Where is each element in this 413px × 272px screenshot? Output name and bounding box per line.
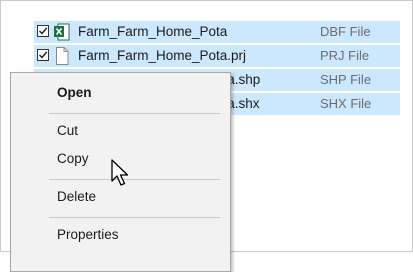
menu-item-properties[interactable]: Properties xyxy=(57,227,119,242)
file-row-dbf[interactable]: Farm_Farm_Home_Pota DBF File xyxy=(34,21,400,43)
generic-file-icon xyxy=(54,47,70,65)
menu-separator xyxy=(49,113,220,114)
menu-item-delete[interactable]: Delete xyxy=(57,189,96,204)
mouse-pointer-icon xyxy=(111,159,135,191)
file-row-prj[interactable]: Farm_Farm_Home_Pota.prj PRJ File xyxy=(34,45,400,67)
file-type: SHP File xyxy=(320,72,372,87)
menu-item-cut[interactable]: Cut xyxy=(57,123,78,138)
file-name: Farm_Farm_Home_Pota xyxy=(78,24,228,39)
row-checkbox[interactable] xyxy=(37,25,49,37)
excel-file-icon xyxy=(54,23,70,41)
file-type: SHX File xyxy=(320,96,372,111)
file-type: PRJ File xyxy=(320,48,370,63)
file-type: DBF File xyxy=(320,24,371,39)
row-checkbox[interactable] xyxy=(37,49,49,61)
menu-separator xyxy=(49,217,220,218)
menu-item-open[interactable]: Open xyxy=(57,85,92,100)
file-name: Farm_Farm_Home_Pota.prj xyxy=(78,48,247,63)
menu-item-copy[interactable]: Copy xyxy=(57,151,89,166)
